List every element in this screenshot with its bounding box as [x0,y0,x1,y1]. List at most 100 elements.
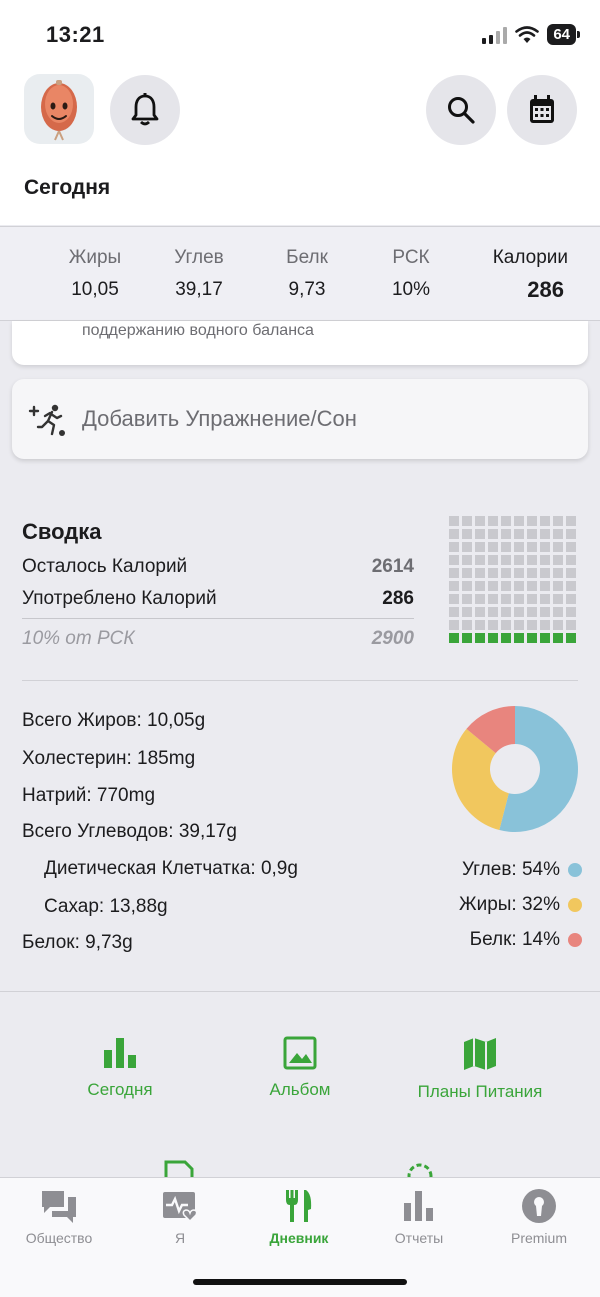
macro-label: РСК [392,247,430,268]
water-tip-card[interactable]: поддержанию водного баланса [12,321,588,365]
grid-cell [501,633,511,643]
rdi-percent-label: 10% от РСК [22,628,135,649]
grid-cell [566,594,576,604]
macro-fat: Жиры 10,05 [64,247,126,301]
grid-cell [553,516,563,526]
grid-cell [527,581,537,591]
macro-value: 10,05 [71,279,119,300]
grid-cell [475,568,485,578]
macro-carbs: Углев 39,17 [168,247,230,301]
calendar-button[interactable] [507,75,577,145]
grid-cell [514,555,524,565]
grid-cell [553,581,563,591]
grid-cell [566,620,576,630]
grid-cell [475,516,485,526]
calories-remaining-value: 2614 [371,556,414,577]
grid-cell [475,542,485,552]
grid-cell [527,542,537,552]
total-fat: Всего Жиров: 10,05g [22,710,206,731]
grid-cell [488,555,498,565]
health-icon [163,1192,198,1223]
tab-label: Premium [510,1230,567,1246]
wifi-icon [515,25,540,43]
summary-title: Сводка [22,519,102,544]
grid-cell [540,516,550,526]
grid-cell [566,516,576,526]
macro-label: Жиры [68,247,122,268]
quick-album-button[interactable]: Альбом [240,1036,360,1100]
tab-label: Общество [25,1230,93,1246]
grid-cell [540,542,550,552]
grid-cell [501,568,511,578]
pdf-icon[interactable] [163,1160,195,1178]
quick-today-button[interactable]: Сегодня [60,1036,180,1100]
tab-reports[interactable]: Отчеты [364,1186,474,1246]
grid-cell [566,555,576,565]
protein: Белок: 9,73g [22,932,133,953]
sugar: Сахар: 13,88g [44,896,168,917]
tab-label: Дневник [269,1230,329,1246]
tab-me[interactable]: Я [125,1186,235,1246]
grid-cell [514,516,524,526]
grid-cell [540,607,550,617]
grid-cell [566,633,576,643]
section-divider [22,680,578,681]
legend-swatch [568,863,582,877]
calendar-icon [530,95,554,123]
grid-cell [462,529,472,539]
legend-label: Белк: 14% [469,929,560,950]
macro-value: 9,73 [288,279,326,300]
grid-cell [475,581,485,591]
grid-cell [462,516,472,526]
grid-cell [527,594,537,604]
grid-cell [501,620,511,630]
add-exercise-button[interactable]: Добавить Упражнение/Сон [12,379,588,459]
exercise-icon [28,404,65,436]
grid-cell [501,542,511,552]
macro-rdi: РСК 10% [380,247,442,301]
grid-cell [566,581,576,591]
macro-label: Углев [174,247,224,268]
grid-cell [514,607,524,617]
grid-cell [540,581,550,591]
grid-cell [449,516,459,526]
grid-cell [501,516,511,526]
calorie-grid [449,516,579,646]
legend-fat: Жиры: 32% [459,894,582,916]
tab-community[interactable]: Общество [4,1186,114,1246]
settings-icon[interactable] [404,1160,436,1178]
sodium: Натрий: 770mg [22,785,156,806]
grid-cell [566,529,576,539]
grid-cell [488,542,498,552]
signal-icon [482,26,508,44]
grid-cell [540,594,550,604]
search-button[interactable] [426,75,496,145]
avatar[interactable] [24,74,94,144]
map-icon [464,1038,496,1070]
bar-chart-icon [104,1038,136,1068]
tab-label: Отчеты [394,1230,444,1246]
grid-cell [475,529,485,539]
legend-label: Углев: 54% [461,859,560,880]
grid-cell [553,607,563,617]
grid-cell [540,633,550,643]
tab-diary[interactable]: Дневник [244,1186,354,1246]
grid-cell [449,568,459,578]
summary-divider [22,618,414,619]
grid-cell [540,620,550,630]
macro-summary-bar: Жиры 10,05 Углев 39,17 Белк 9,73 РСК 10%… [0,226,600,321]
grid-cell [514,633,524,643]
grid-cell [540,568,550,578]
grid-cell [501,594,511,604]
grid-cell [553,633,563,643]
tab-premium[interactable]: Premium [484,1186,594,1246]
quick-meal-plans-button[interactable]: Планы Питания [410,1036,550,1102]
macro-calories: Калории 286 [476,247,568,303]
grid-cell [553,594,563,604]
calories-remaining-row: Осталось Калорий 2614 [22,556,414,578]
notifications-button[interactable] [110,75,180,145]
grid-cell [540,555,550,565]
grid-cell [462,620,472,630]
grid-cell [514,594,524,604]
grid-cell [488,594,498,604]
